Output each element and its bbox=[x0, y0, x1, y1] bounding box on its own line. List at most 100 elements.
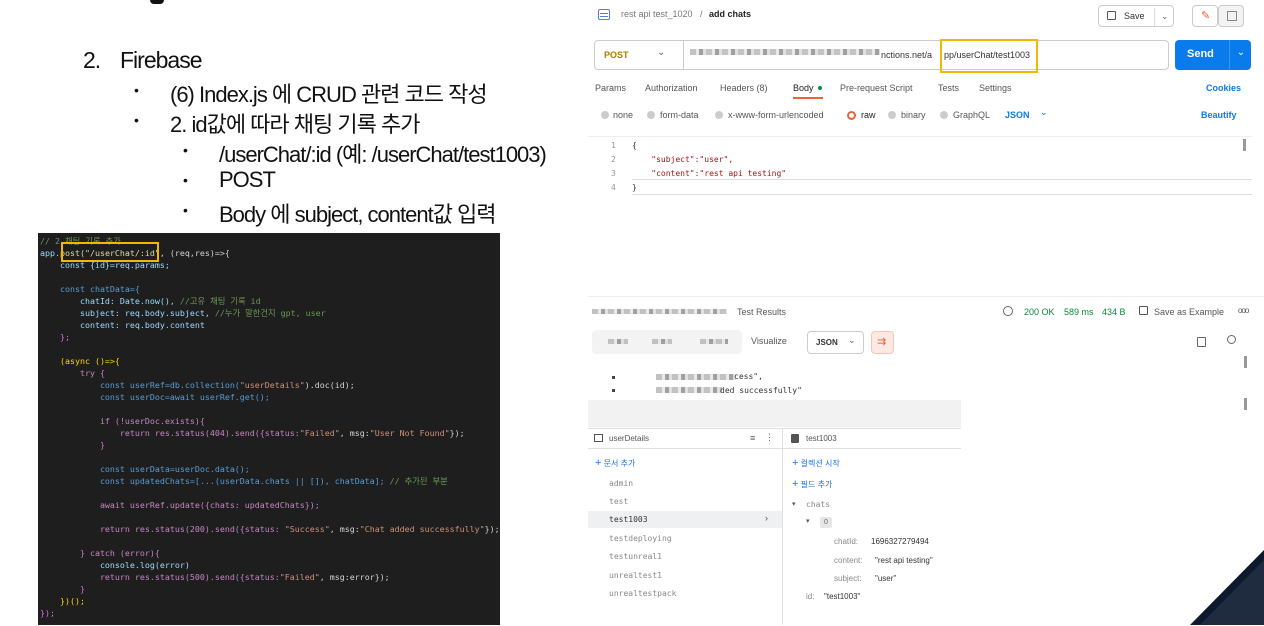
docs-toggle[interactable] bbox=[1218, 5, 1244, 27]
add-field-button[interactable]: + 필드 추가 bbox=[792, 478, 832, 490]
search-icon[interactable] bbox=[1227, 335, 1236, 344]
cookies-link[interactable]: Cookies bbox=[1206, 83, 1241, 93]
expand-triangle-icon[interactable]: ▾ bbox=[792, 500, 796, 508]
code-string: "Success" bbox=[284, 524, 330, 534]
code-text: chatId: Date.now(), bbox=[40, 296, 180, 306]
code-text: return res.status(200).send({status: bbox=[40, 524, 285, 534]
field-value: "user" bbox=[875, 574, 897, 583]
start-collection-button[interactable]: + 컬렉션 시작 bbox=[792, 457, 840, 469]
editor-scrollbar[interactable] bbox=[1243, 139, 1246, 151]
filter-icon[interactable]: ≡ bbox=[750, 433, 755, 443]
visualize-tab[interactable]: Visualize bbox=[751, 336, 787, 346]
radio-graphql[interactable] bbox=[940, 111, 948, 119]
field-value: 1696327279494 bbox=[871, 537, 929, 546]
code-text: }; bbox=[40, 332, 70, 342]
tab-tests[interactable]: Tests bbox=[938, 83, 959, 93]
response-format-select[interactable]: JSON ⌄ bbox=[807, 331, 864, 354]
send-button[interactable]: Send ⌄ bbox=[1175, 40, 1251, 70]
plus-icon: + bbox=[792, 478, 799, 490]
save-label: Save bbox=[1124, 11, 1145, 21]
response-view-tabs[interactable] bbox=[592, 330, 742, 354]
radio-label-graphql: GraphQL bbox=[953, 110, 991, 120]
view-tab-redacted bbox=[700, 339, 728, 344]
expand-triangle-icon[interactable]: ▾ bbox=[806, 517, 810, 525]
radio-urlencoded[interactable] bbox=[715, 111, 723, 119]
radio-label-binary: binary bbox=[901, 110, 926, 120]
collection-icon bbox=[594, 434, 603, 442]
code-text: } bbox=[40, 584, 85, 594]
radio-none[interactable] bbox=[601, 111, 609, 119]
more-options-icon[interactable]: ooo bbox=[1238, 306, 1249, 315]
response-format-label: JSON bbox=[816, 338, 838, 347]
tab-authorization[interactable]: Authorization bbox=[645, 83, 698, 93]
body-editor[interactable]: 1 2 3 4 { "subject":"user", "content":"r… bbox=[588, 136, 1252, 295]
tab-prerequest[interactable]: Pre-request Script bbox=[840, 83, 913, 93]
method-label: POST bbox=[604, 50, 629, 60]
code-text: if (!userDoc.exists){ bbox=[40, 416, 205, 426]
code-text: await userRef.update({chats: updatedChat… bbox=[40, 500, 320, 510]
body-tab-underline bbox=[793, 97, 823, 99]
tab-test-results[interactable]: Test Results bbox=[737, 307, 786, 317]
edit-toggle[interactable]: ✎ bbox=[1192, 5, 1218, 27]
chevron-down-icon: ⌄ bbox=[1040, 107, 1048, 117]
url-text: nctions.net/a bbox=[881, 50, 933, 60]
code-text: content: req.body.content bbox=[40, 320, 205, 330]
http-icon bbox=[598, 9, 610, 20]
bullet-chat-add: 2. id값에 따라 채팅 기록 추가 bbox=[170, 112, 420, 137]
line-number: 1 bbox=[611, 141, 616, 150]
document-item[interactable]: unrealtest1 bbox=[609, 571, 662, 580]
radio-binary[interactable] bbox=[888, 111, 896, 119]
code-line: "subject":"user", bbox=[632, 155, 734, 164]
add-document-button[interactable]: + 문서 추가 bbox=[595, 457, 635, 469]
save-as-example-button[interactable]: Save as Example bbox=[1154, 307, 1224, 317]
response-size[interactable]: 434 B bbox=[1102, 307, 1126, 317]
kebab-menu-icon[interactable]: ⋮ bbox=[765, 432, 774, 443]
field-key: content: bbox=[834, 556, 863, 565]
document-item[interactable]: testunreal1 bbox=[609, 552, 662, 561]
radio-label-form-data: form-data bbox=[660, 110, 699, 120]
beautify-link[interactable]: Beautify bbox=[1201, 110, 1237, 120]
copy-icon[interactable] bbox=[1197, 337, 1206, 347]
response-gutter-dot bbox=[612, 389, 615, 392]
status-code[interactable]: 200 OK bbox=[1024, 307, 1055, 317]
code-text: const chatData={ bbox=[40, 284, 140, 294]
document-item[interactable]: testdeploying bbox=[609, 534, 672, 543]
document-header-line bbox=[783, 448, 961, 449]
code-text: } catch (error){ bbox=[40, 548, 160, 558]
corner-decoration bbox=[1190, 550, 1264, 625]
document-item[interactable]: admin bbox=[609, 479, 633, 488]
radio-label-urlencoded: x-www-form-urlencoded bbox=[728, 110, 824, 120]
url-highlight-box bbox=[940, 39, 1038, 73]
document-item[interactable]: unrealtestpack bbox=[609, 589, 676, 598]
tab-params[interactable]: Params bbox=[595, 83, 626, 93]
response-time[interactable]: 589 ms bbox=[1064, 307, 1094, 317]
body-active-dot bbox=[818, 86, 822, 90]
wrap-lines-button[interactable]: ⇉ bbox=[871, 331, 894, 354]
save-button[interactable]: Save ⌄ bbox=[1098, 5, 1174, 27]
firebase-divider bbox=[588, 400, 961, 427]
format-select[interactable]: JSON bbox=[1005, 110, 1030, 120]
tab-settings[interactable]: Settings bbox=[979, 83, 1012, 93]
response-scrollbar[interactable] bbox=[1244, 398, 1247, 410]
url-input[interactable]: nctions.net/a pp/userChat/test1003 bbox=[683, 40, 1169, 70]
document-item-selected[interactable]: test1003 bbox=[609, 515, 648, 524]
code-string: "Failed" bbox=[279, 572, 320, 582]
code-text: } bbox=[40, 440, 105, 450]
radio-raw[interactable] bbox=[847, 111, 856, 120]
code-text: }); bbox=[40, 608, 55, 618]
tab-headers[interactable]: Headers (8) bbox=[720, 83, 768, 93]
radio-form-data[interactable] bbox=[647, 111, 655, 119]
radio-label-raw: raw bbox=[861, 110, 876, 120]
sub-bullet-dot: • bbox=[183, 172, 188, 188]
slide-heading-number: 2. bbox=[83, 47, 101, 73]
document-item[interactable]: test bbox=[609, 497, 628, 506]
radio-label-none: none bbox=[613, 110, 634, 120]
tab-body[interactable]: Body bbox=[793, 83, 814, 93]
code-text: (async ()=>{ bbox=[40, 356, 120, 366]
method-select[interactable]: POST ⌄ bbox=[594, 40, 684, 70]
breadcrumb-collection[interactable]: rest api test_1020 bbox=[621, 9, 693, 19]
code-line: { bbox=[632, 141, 637, 150]
response-scrollbar[interactable] bbox=[1244, 356, 1247, 368]
response-line: cess", bbox=[734, 372, 763, 381]
line-number: 4 bbox=[611, 183, 616, 192]
